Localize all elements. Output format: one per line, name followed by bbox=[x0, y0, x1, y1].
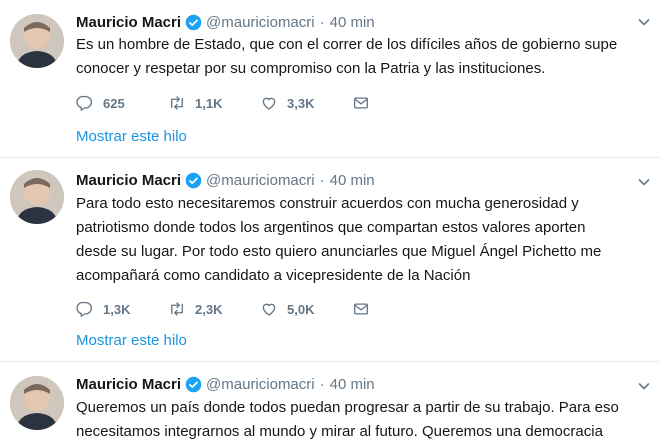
tweet-divider bbox=[0, 361, 660, 362]
envelope-icon bbox=[353, 303, 369, 315]
envelope-icon bbox=[353, 97, 369, 109]
tweet-text-line: conocer y respetar por su compromiso con… bbox=[76, 60, 546, 77]
timestamp[interactable]: 40 min bbox=[330, 172, 375, 189]
heart-icon bbox=[262, 303, 276, 316]
chevron-down-icon[interactable] bbox=[636, 378, 652, 394]
avatar[interactable] bbox=[10, 14, 64, 68]
direct-message-button[interactable] bbox=[352, 94, 444, 112]
like-count: 3,3K bbox=[287, 95, 315, 111]
show-thread-link[interactable]: Mostrar este hilo bbox=[76, 332, 187, 349]
tweet-text-line: Queremos un país donde todos puedan prog… bbox=[76, 399, 619, 416]
author-name[interactable]: Mauricio Macri bbox=[76, 172, 181, 189]
retweet-button[interactable]: 2,3K bbox=[168, 300, 260, 318]
tweet-header: Mauricio Macri @mauriciomacri · 40 min bbox=[76, 372, 375, 396]
tweet-text-line: Para todo esto necesitaremos construir a… bbox=[76, 195, 579, 212]
reply-icon bbox=[76, 95, 92, 111]
retweet-icon bbox=[171, 96, 183, 110]
tweet-text-line: patriotismo donde todos los argentinos q… bbox=[76, 219, 586, 236]
avatar[interactable] bbox=[10, 170, 64, 224]
tweet-text: Queremos un país donde todos puedan prog… bbox=[76, 396, 651, 444]
timestamp[interactable]: 40 min bbox=[330, 376, 375, 393]
like-button[interactable]: 3,3K bbox=[260, 94, 352, 112]
tweet-text-line: acompañará como candidato a vicepresiden… bbox=[76, 267, 471, 284]
reply-button[interactable]: 1,3K bbox=[76, 300, 168, 318]
tweet-text: Es un hombre de Estado, que con el corre… bbox=[76, 33, 651, 81]
tweet-actions: 1,3K 2,3K 5,0K bbox=[76, 298, 444, 320]
verified-badge-icon bbox=[185, 172, 202, 188]
author-name[interactable]: Mauricio Macri bbox=[76, 376, 181, 393]
verified-badge-icon bbox=[185, 376, 202, 392]
author-handle[interactable]: @mauriciomacri bbox=[206, 376, 315, 393]
reply-icon bbox=[76, 301, 92, 317]
tweet-text: Para todo esto necesitaremos construir a… bbox=[76, 192, 651, 288]
separator-dot: · bbox=[319, 375, 325, 393]
tweet-header: Mauricio Macri @mauriciomacri · 40 min bbox=[76, 168, 375, 192]
avatar[interactable] bbox=[10, 376, 64, 430]
show-thread-link[interactable]: Mostrar este hilo bbox=[76, 128, 187, 145]
tweet-text-line: necesitamos integrarnos al mundo y mirar… bbox=[76, 423, 603, 440]
reply-count: 625 bbox=[103, 95, 125, 111]
heart-icon bbox=[262, 97, 276, 110]
tweet-actions: 625 1,1K 3,3K bbox=[76, 92, 444, 114]
retweet-count: 1,1K bbox=[195, 95, 223, 111]
retweet-button[interactable]: 1,1K bbox=[168, 94, 260, 112]
separator-dot: · bbox=[319, 13, 325, 31]
author-handle[interactable]: @mauriciomacri bbox=[206, 14, 315, 31]
tweet-divider bbox=[0, 157, 660, 158]
retweet-icon bbox=[171, 302, 183, 316]
author-handle[interactable]: @mauriciomacri bbox=[206, 172, 315, 189]
verified-badge-icon bbox=[185, 14, 202, 30]
tweet-text-line: desde su lugar. Por todo esto quiero anu… bbox=[76, 243, 602, 260]
direct-message-button[interactable] bbox=[352, 300, 444, 318]
retweet-count: 2,3K bbox=[195, 301, 223, 317]
like-button[interactable]: 5,0K bbox=[260, 300, 352, 318]
reply-count: 1,3K bbox=[103, 301, 131, 317]
tweet-header: Mauricio Macri @mauriciomacri · 40 min bbox=[76, 10, 375, 34]
chevron-down-icon[interactable] bbox=[636, 174, 652, 190]
author-name[interactable]: Mauricio Macri bbox=[76, 14, 181, 31]
reply-button[interactable]: 625 bbox=[76, 94, 168, 112]
like-count: 5,0K bbox=[287, 301, 315, 317]
tweet-text-line: Es un hombre de Estado, que con el corre… bbox=[76, 36, 618, 53]
timestamp[interactable]: 40 min bbox=[330, 14, 375, 31]
separator-dot: · bbox=[319, 171, 325, 189]
chevron-down-icon[interactable] bbox=[636, 14, 652, 30]
